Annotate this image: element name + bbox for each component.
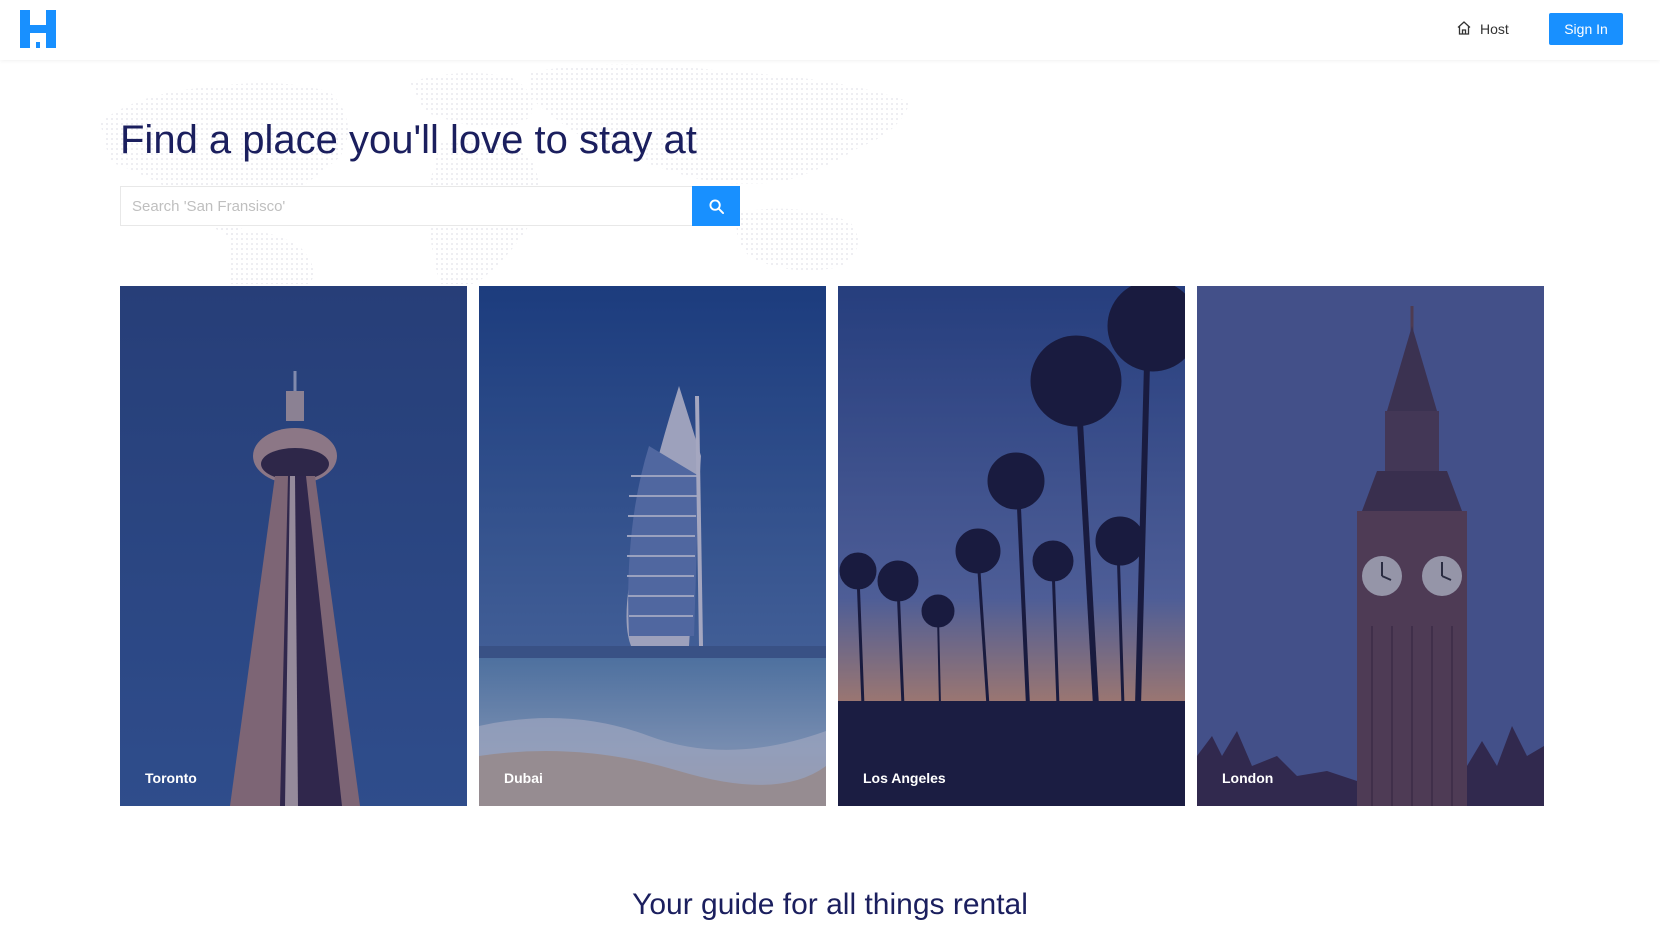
city-card-los-angeles[interactable]: Los Angeles [838, 286, 1185, 806]
search-icon [708, 198, 724, 214]
city-name: London [1222, 770, 1274, 786]
sign-in-button[interactable]: Sign In [1549, 13, 1623, 45]
search-input[interactable] [120, 186, 692, 226]
home-icon [1456, 20, 1472, 39]
host-label: Host [1480, 21, 1509, 37]
world-map-background [100, 64, 910, 284]
search-button[interactable] [692, 186, 740, 226]
city-name: Dubai [504, 770, 543, 786]
app-header: Host Sign In [0, 0, 1660, 60]
house-h-logo-icon[interactable] [20, 10, 56, 48]
search-bar [120, 186, 740, 226]
city-card-london[interactable]: London [1197, 286, 1544, 806]
guide-section-title: Your guide for all things rental [632, 888, 1028, 921]
hero-title: Find a place you'll love to stay at [120, 118, 697, 162]
city-cards: Toronto Dubai Los Angeles London [120, 286, 1544, 806]
city-name: Toronto [145, 770, 197, 786]
city-name: Los Angeles [863, 770, 946, 786]
host-link[interactable]: Host [1456, 18, 1509, 40]
city-card-dubai[interactable]: Dubai [479, 286, 826, 806]
city-card-toronto[interactable]: Toronto [120, 286, 467, 806]
